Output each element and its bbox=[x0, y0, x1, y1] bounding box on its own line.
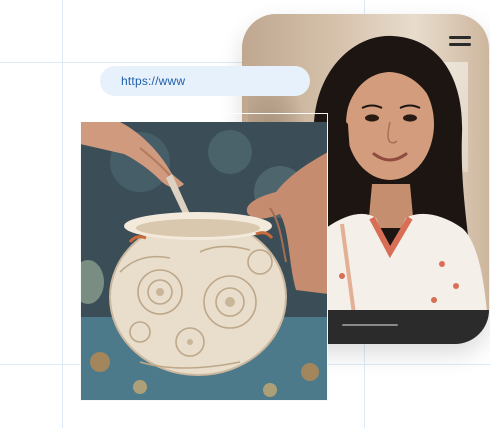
menu-line bbox=[449, 43, 471, 46]
pottery-photo bbox=[80, 122, 328, 401]
grid-line-left bbox=[62, 0, 63, 428]
pottery-image bbox=[80, 122, 328, 401]
home-indicator[interactable] bbox=[342, 324, 398, 326]
hamburger-menu-icon[interactable] bbox=[449, 34, 471, 48]
address-bar-url: https://www bbox=[121, 74, 186, 88]
menu-line bbox=[449, 36, 471, 39]
address-bar[interactable]: https://www bbox=[100, 66, 310, 96]
